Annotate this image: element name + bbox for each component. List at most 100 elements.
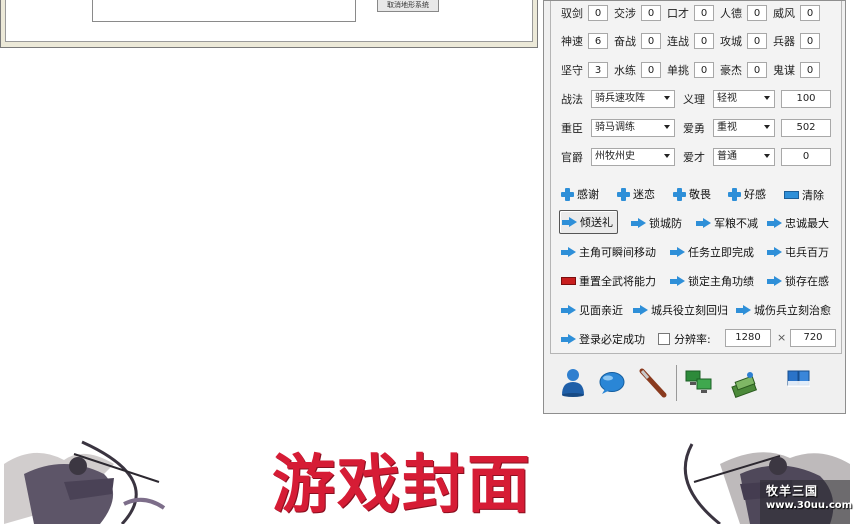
arrow-right-icon: [631, 217, 646, 229]
clear-button[interactable]: 清除: [784, 187, 824, 203]
courage-select[interactable]: 重视: [713, 119, 775, 137]
stat-field[interactable]: 0: [641, 62, 661, 78]
stat-field[interactable]: 0: [800, 5, 820, 21]
archer-art-left: [4, 434, 174, 524]
stat-field[interactable]: 0: [747, 62, 767, 78]
stat-label: 奋战: [614, 35, 636, 48]
stat-label: 兵器: [773, 35, 795, 48]
thanks-button[interactable]: 感谢: [561, 186, 599, 202]
justice-number-field[interactable]: 100: [781, 90, 831, 108]
city-heal-button[interactable]: 城伤兵立刻治愈: [736, 302, 831, 318]
city-return-button[interactable]: 城兵役立刻回归: [633, 302, 728, 318]
login-success-button[interactable]: 登录必定成功: [561, 331, 645, 347]
action-label: 迷恋: [633, 188, 655, 201]
fear-button[interactable]: 敬畏: [673, 186, 711, 202]
max-loyalty-button[interactable]: 忠诚最大: [767, 215, 829, 231]
action-label: 屯兵百万: [785, 246, 829, 259]
stat-field[interactable]: 0: [747, 33, 767, 49]
courage-label: 爱勇: [683, 122, 705, 135]
stat-label: 水练: [614, 64, 636, 77]
action-label: 主角可瞬间移动: [579, 246, 656, 259]
gift-button[interactable]: 倾送礼: [559, 210, 618, 234]
options-group: 驭剑 0 交涉 0 口才 0 人德 0 威风 0 神速 6 奋战 0 连战 0 攻城 0 兵器 0 …: [550, 1, 842, 354]
justice-select[interactable]: 轻视: [713, 90, 775, 108]
user-icon[interactable]: [560, 367, 586, 397]
resolution-checkbox[interactable]: [658, 333, 670, 345]
stat-field[interactable]: 0: [694, 62, 714, 78]
teleport-button[interactable]: 主角可瞬间移动: [561, 244, 656, 260]
stat-field[interactable]: 0: [588, 5, 608, 21]
reset-abilities-button[interactable]: 重置全武将能力: [561, 273, 656, 289]
arrow-right-icon: [670, 275, 685, 287]
arrow-right-icon: [561, 333, 576, 345]
left-dialog-content: 取消地形系统: [5, 0, 533, 42]
action-label: 任务立即完成: [688, 246, 754, 259]
rank-select[interactable]: 州牧州史: [591, 148, 675, 166]
justice-value: 轻视: [717, 93, 737, 104]
minister-select[interactable]: 骑马调练: [591, 119, 675, 137]
stat-field[interactable]: 0: [641, 33, 661, 49]
action-label: 敬畏: [689, 188, 711, 201]
sword-icon[interactable]: [638, 367, 668, 399]
meet-close-button[interactable]: 见面亲近: [561, 302, 623, 318]
arrow-right-icon: [736, 304, 751, 316]
action-label: 城兵役立刻回归: [651, 304, 728, 317]
talent-select[interactable]: 普通: [713, 148, 775, 166]
stat-field[interactable]: 0: [694, 5, 714, 21]
courage-number-field[interactable]: 502: [781, 119, 831, 137]
task-complete-button[interactable]: 任务立即完成: [670, 244, 754, 260]
stat-field[interactable]: 0: [800, 62, 820, 78]
stat-field[interactable]: 3: [588, 62, 608, 78]
stat-label: 口才: [667, 7, 689, 20]
stat-field[interactable]: 6: [588, 33, 608, 49]
resolution-width-field[interactable]: 1280: [725, 329, 771, 347]
minus-red-icon: [561, 277, 576, 285]
chat-bubble-icon[interactable]: [598, 371, 626, 395]
network-icon[interactable]: [684, 369, 714, 397]
no-food-decrease-button[interactable]: 军粮不减: [696, 215, 758, 231]
tactic-select[interactable]: 骑兵速攻阵: [591, 90, 675, 108]
stat-field[interactable]: 0: [641, 5, 661, 21]
stat-field[interactable]: 0: [747, 5, 767, 21]
stat-field[interactable]: 0: [694, 33, 714, 49]
talent-label: 爱才: [683, 151, 705, 164]
arrow-right-icon: [562, 216, 577, 228]
resolution-toggle[interactable]: 分辨率:: [658, 331, 711, 347]
favor-button[interactable]: 好感: [728, 186, 766, 202]
stat-row-2: 神速 6 奋战 0 连战 0 攻城 0 兵器 0: [561, 31, 826, 51]
action-label: 清除: [802, 189, 824, 202]
arrow-right-icon: [633, 304, 648, 316]
stat-label: 人德: [720, 7, 742, 20]
action-label: 感谢: [577, 188, 599, 201]
minus-icon: [784, 191, 799, 199]
stat-label: 豪杰: [720, 64, 742, 77]
action-label: 好感: [744, 188, 766, 201]
tactic-label: 战法: [561, 93, 583, 106]
text-area[interactable]: [92, 0, 356, 22]
bottom-toolbar: [550, 357, 842, 409]
money-icon[interactable]: [730, 371, 760, 399]
stat-label: 驭剑: [561, 7, 583, 20]
stat-field[interactable]: 0: [800, 33, 820, 49]
lock-merit-button[interactable]: 锁定主角功绩: [670, 273, 754, 289]
arrow-right-icon: [767, 275, 782, 287]
plus-icon: [673, 187, 686, 201]
action-label: 锁定主角功绩: [688, 275, 754, 288]
cancel-terrain-button[interactable]: 取消地形系统: [377, 0, 439, 12]
minister-label: 重臣: [561, 122, 583, 135]
chevron-down-icon: [764, 96, 770, 100]
times-sign: ×: [777, 331, 787, 344]
chevron-down-icon: [664, 125, 670, 129]
obsess-button[interactable]: 迷恋: [617, 186, 655, 202]
lock-presence-button[interactable]: 锁存在感: [767, 273, 829, 289]
courage-value: 重视: [717, 122, 737, 133]
million-troops-button[interactable]: 屯兵百万: [767, 244, 829, 260]
stat-label: 连战: [667, 35, 689, 48]
arrow-right-icon: [561, 246, 576, 258]
book-icon[interactable]: [786, 369, 812, 389]
lock-city-defense-button[interactable]: 锁城防: [631, 215, 682, 231]
talent-number-field[interactable]: 0: [781, 148, 831, 166]
resolution-height-field[interactable]: 720: [790, 329, 836, 347]
stat-label: 单挑: [667, 64, 689, 77]
action-label: 登录必定成功: [579, 333, 645, 346]
